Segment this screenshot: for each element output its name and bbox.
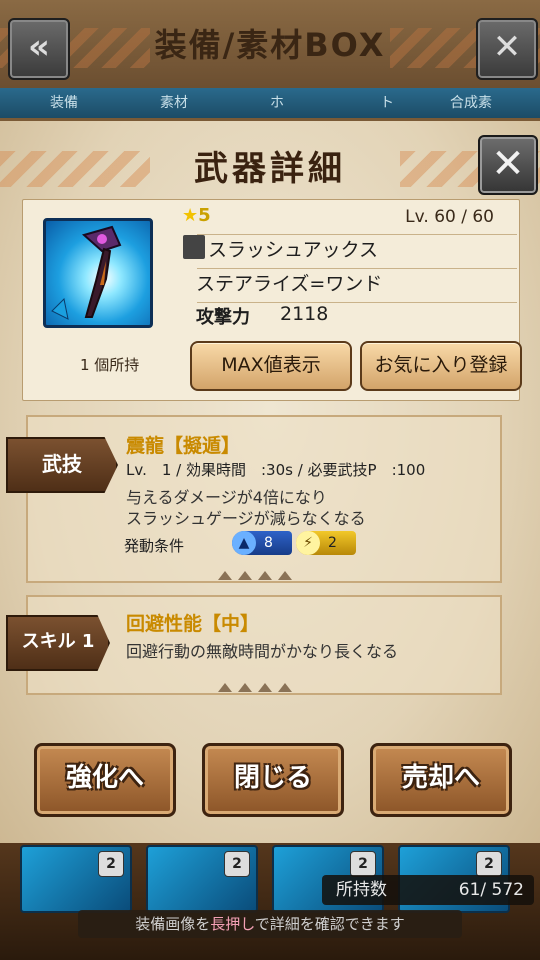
owned-quantity: 1 個所持 xyxy=(80,356,140,374)
bugi-name: 震龍【擬遁】 xyxy=(126,435,241,457)
item-badge: 2 xyxy=(476,851,502,877)
thunder-count: 2 xyxy=(328,535,337,551)
favorite-button[interactable]: お気に入り登録 xyxy=(360,341,522,391)
rarity: ★5 xyxy=(182,205,211,226)
max-value-button[interactable]: MAX値表示 xyxy=(190,341,352,391)
bugi-stats: Lv. 1 / 効果時間 :30s / 必要武技P :100 xyxy=(126,461,426,479)
owned-count: 所持数 61/ 572 xyxy=(322,875,534,905)
tab-bar: 装備 素材 ホ ト 合成素 xyxy=(0,88,540,118)
water-count: 8 xyxy=(264,535,273,551)
sell-button[interactable]: 売却へ xyxy=(370,743,512,817)
scroll-indicator xyxy=(218,677,298,692)
rarity-value: 5 xyxy=(198,205,211,226)
weapon-name: ステアライズ=ワンド xyxy=(196,273,383,295)
scroll-indicator xyxy=(218,565,298,580)
thunder-condition: ⚡ 2 xyxy=(296,531,356,555)
modal-title: 武器詳細 xyxy=(194,149,346,189)
tab-3[interactable]: ホ xyxy=(270,92,284,112)
skill1-name: 回避性能【中】 xyxy=(126,613,260,635)
enhance-button[interactable]: 強化へ xyxy=(34,743,176,817)
water-condition: ▲ 8 xyxy=(232,531,292,555)
item-badge: 2 xyxy=(224,851,250,877)
owned-count-value: 61/ 572 xyxy=(458,880,524,900)
weapon-detail-modal: 武器詳細 ✕ 1 個所持 ★5 Lv. 60 / 60 スラッシュアックス ステ… xyxy=(0,118,540,843)
inventory-item[interactable]: 2 xyxy=(146,845,258,913)
inventory-item[interactable]: 2 xyxy=(20,845,132,913)
item-badge: 2 xyxy=(350,851,376,877)
tab-material[interactable]: 素材 xyxy=(160,92,188,112)
owned-count-label: 所持数 xyxy=(336,880,387,900)
close-button[interactable]: 閉じる xyxy=(202,743,344,817)
page-title: 装備/素材BOX xyxy=(154,26,386,64)
bugi-desc-2: スラッシュゲージが減らなくなる xyxy=(126,509,366,528)
item-badge: 2 xyxy=(98,851,124,877)
attack-value: 2118 xyxy=(280,303,329,325)
condition-label: 発動条件 xyxy=(124,537,185,555)
tab-5[interactable]: 合成素 xyxy=(450,92,492,112)
close-x-icon[interactable]: ✕ xyxy=(476,18,538,80)
hint-prefix: 装備画像を xyxy=(135,915,211,933)
skill1-tag: スキル 1 xyxy=(6,615,110,671)
tab-4[interactable]: ト xyxy=(380,92,394,112)
slash-axe-icon xyxy=(183,235,205,259)
water-drop-icon: ▲ xyxy=(232,531,256,555)
star-icon: ★ xyxy=(182,205,199,226)
tab-equipment[interactable]: 装備 xyxy=(50,92,78,112)
skill1-desc: 回避行動の無敵時間がかなり長くなる xyxy=(126,642,399,661)
weapon-level: Lv. 60 / 60 xyxy=(405,207,494,227)
hint-highlight: 長押し xyxy=(210,915,255,933)
hint-text: 装備画像を長押しで詳細を確認できます xyxy=(78,910,462,938)
bugi-tag: 武技 xyxy=(6,437,118,493)
attack-label: 攻撃力 xyxy=(196,307,250,328)
back-arrow-icon[interactable]: « xyxy=(8,18,70,80)
hint-suffix: で詳細を確認できます xyxy=(254,915,405,933)
weapon-type: スラッシュアックス xyxy=(208,239,379,261)
weapon-image[interactable] xyxy=(43,218,153,328)
thunder-icon: ⚡ xyxy=(296,531,320,555)
bugi-desc-1: 与えるダメージが4倍になり xyxy=(126,488,327,507)
close-x-icon[interactable]: ✕ xyxy=(478,135,538,195)
